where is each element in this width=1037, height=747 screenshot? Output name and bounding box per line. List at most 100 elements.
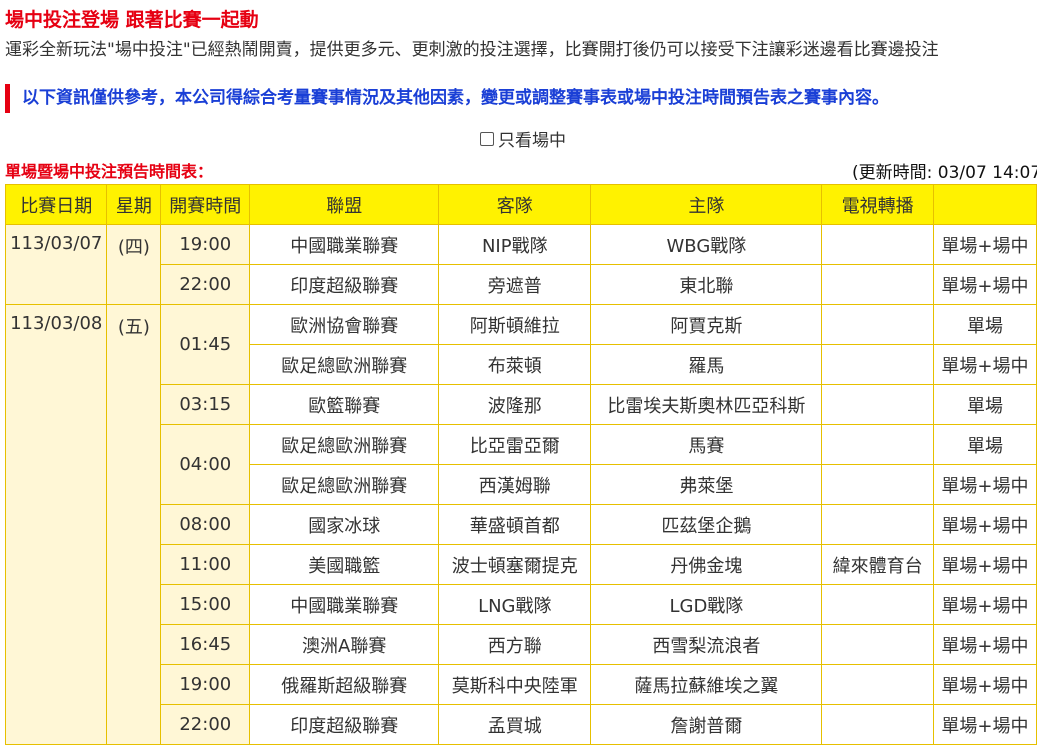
schedule-label: 單場暨場中投注預告時間表： (5, 162, 214, 181)
home-team-cell: 阿賈克斯 (590, 304, 823, 345)
bet-type-cell: 單場+場中 (932, 584, 1037, 625)
live-only-filter[interactable]: 只看場中 (480, 126, 566, 151)
start-time-cell: 19:00 (160, 664, 251, 705)
home-team-cell: 薩馬拉蘇維埃之翼 (590, 664, 823, 705)
home-team-cell: 東北聯 (590, 264, 823, 305)
col-header-away: 客隊 (438, 184, 592, 225)
live-only-checkbox[interactable] (480, 131, 494, 146)
tv-cell (821, 384, 934, 425)
tv-cell (821, 424, 934, 465)
table-row: 22:00 印度超級聯賽 孟買城 詹謝普爾 單場+場中 (6, 704, 1037, 745)
bet-type-cell: 單場+場中 (932, 664, 1037, 705)
bet-type-cell: 單場+場中 (932, 224, 1037, 265)
home-team-cell: 詹謝普爾 (590, 704, 823, 745)
league-cell: 澳洲A聯賽 (249, 624, 440, 665)
table-row: 113/03/08 (五) 01:45 歐洲協會聯賽 阿斯頓維拉 阿賈克斯 單場 (4, 304, 1037, 745)
update-time: (更新時間: 03/07 14:07 (852, 163, 1037, 183)
start-time-cell: 08:00 (160, 504, 251, 545)
table-row: 113/03/07 (四) 19:00 中國職業聯賽 NIP戰隊 WBG戰隊 單場+場中 (4, 224, 1037, 305)
home-team-cell: 馬賽 (590, 424, 823, 465)
league-cell: 中國職業聯賽 (249, 224, 440, 265)
league-cell: 印度超級聯賽 (249, 264, 440, 305)
away-team-cell: 西方聯 (438, 624, 592, 665)
tv-cell (821, 704, 934, 745)
table-row: 11:00 美國職籃 波士頓塞爾提克 丹佛金塊 緯來體育台 單場+場中 (6, 544, 1037, 585)
start-time-cell: 04:00 (160, 424, 251, 505)
league-cell: 歐洲協會聯賽 (249, 304, 440, 345)
table-row: 15:00 中國職業聯賽 LNG戰隊 LGD戰隊 單場+場中 (6, 584, 1037, 625)
page-subtitle: 運彩全新玩法"場中投注"已經熱鬧開賣，提供更多元、更刺激的投注選擇，比賽開打後仍… (5, 40, 939, 60)
tv-cell (821, 664, 934, 705)
league-cell: 印度超級聯賽 (249, 704, 440, 745)
bet-type-cell: 單場+場中 (932, 624, 1037, 665)
home-team-cell: 匹茲堡企鵝 (590, 504, 823, 545)
away-team-cell: 孟買城 (438, 704, 592, 745)
league-cell: 中國職業聯賽 (249, 584, 440, 625)
date-cell: 113/03/07 (4, 224, 108, 305)
start-time-cell: 01:45 (160, 304, 251, 385)
home-team-cell: 西雪梨流浪者 (590, 624, 823, 665)
home-team-cell: LGD戰隊 (590, 584, 823, 625)
home-team-cell: 丹佛金塊 (590, 544, 823, 585)
page: 場中投注登場 跟著比賽一起動 運彩全新玩法"場中投注"已經熱鬧開賣，提供更多元、… (0, 0, 1037, 747)
away-team-cell: 西漢姆聯 (438, 464, 592, 505)
table-row: 04:00 歐足總歐洲聯賽 比亞雷亞爾 馬賽 單場 (6, 424, 1037, 505)
col-header-tv: 電視轉播 (821, 184, 934, 225)
away-team-cell: 布萊頓 (438, 344, 592, 385)
league-cell: 歐籃聯賽 (249, 384, 440, 425)
col-header-weekday: 星期 (106, 184, 162, 225)
disclaimer-notice: 以下資訊僅供參考，本公司得綜合考量賽事情況及其他因素，變更或調整賽事表或場中投注… (5, 84, 889, 113)
col-header-league: 聯盟 (249, 184, 440, 225)
bet-type-cell: 單場 (932, 424, 1037, 465)
home-team-cell: 羅馬 (590, 344, 823, 385)
start-time-cell: 22:00 (160, 264, 251, 305)
away-team-cell: 比亞雷亞爾 (438, 424, 592, 465)
table-row: 22:00 印度超級聯賽 旁遮普 東北聯 單場+場中 (6, 264, 1037, 305)
away-team-cell: 波隆那 (438, 384, 592, 425)
bet-type-cell: 單場+場中 (932, 544, 1037, 585)
tv-cell (821, 624, 934, 665)
tv-cell (821, 344, 934, 385)
tv-cell (821, 504, 934, 545)
bet-type-cell: 單場 (932, 304, 1037, 345)
tv-cell (821, 584, 934, 625)
league-cell: 歐足總歐洲聯賽 (249, 424, 440, 465)
away-team-cell: 莫斯科中央陸軍 (438, 664, 592, 705)
bet-type-cell: 單場+場中 (932, 464, 1037, 505)
date-cell: 113/03/08 (4, 304, 108, 745)
tv-cell (821, 224, 934, 265)
weekday-cell: (四) (106, 224, 162, 305)
tv-cell (821, 264, 934, 305)
col-header-home: 主隊 (590, 184, 823, 225)
live-only-label: 只看場中 (498, 131, 566, 151)
away-team-cell: NIP戰隊 (438, 224, 592, 265)
home-team-cell: WBG戰隊 (590, 224, 823, 265)
away-team-cell: 阿斯頓維拉 (438, 304, 592, 345)
tv-cell: 緯來體育台 (821, 544, 934, 585)
start-time-cell: 22:00 (160, 704, 251, 745)
table-row: 16:45 澳洲A聯賽 西方聯 西雪梨流浪者 單場+場中 (6, 624, 1037, 665)
league-cell: 歐足總歐洲聯賽 (249, 344, 440, 385)
weekday-cell: (五) (106, 304, 162, 745)
away-team-cell: 波士頓塞爾提克 (438, 544, 592, 585)
table-row: 03:15 歐籃聯賽 波隆那 比雷埃夫斯奧林匹亞科斯 單場 (6, 384, 1037, 425)
col-header-bet-type (932, 184, 1037, 225)
bet-type-cell: 單場 (932, 384, 1037, 425)
table-row: 19:00 俄羅斯超級聯賽 莫斯科中央陸軍 薩馬拉蘇維埃之翼 單場+場中 (6, 664, 1037, 705)
tv-cell (821, 304, 934, 345)
away-team-cell: 旁遮普 (438, 264, 592, 305)
away-team-cell: 華盛頓首都 (438, 504, 592, 545)
table-row: 08:00 國家冰球 華盛頓首都 匹茲堡企鵝 單場+場中 (6, 504, 1037, 545)
league-cell: 美國職籃 (249, 544, 440, 585)
home-team-cell: 弗萊堡 (590, 464, 823, 505)
start-time-cell: 11:00 (160, 544, 251, 585)
bet-type-cell: 單場+場中 (932, 264, 1037, 305)
league-cell: 俄羅斯超級聯賽 (249, 664, 440, 705)
start-time-cell: 15:00 (160, 584, 251, 625)
league-cell: 歐足總歐洲聯賽 (249, 464, 440, 505)
home-team-cell: 比雷埃夫斯奧林匹亞科斯 (590, 384, 823, 425)
start-time-cell: 16:45 (160, 624, 251, 665)
bet-type-cell: 單場+場中 (932, 704, 1037, 745)
bet-type-cell: 單場+場中 (932, 344, 1037, 385)
league-cell: 國家冰球 (249, 504, 440, 545)
